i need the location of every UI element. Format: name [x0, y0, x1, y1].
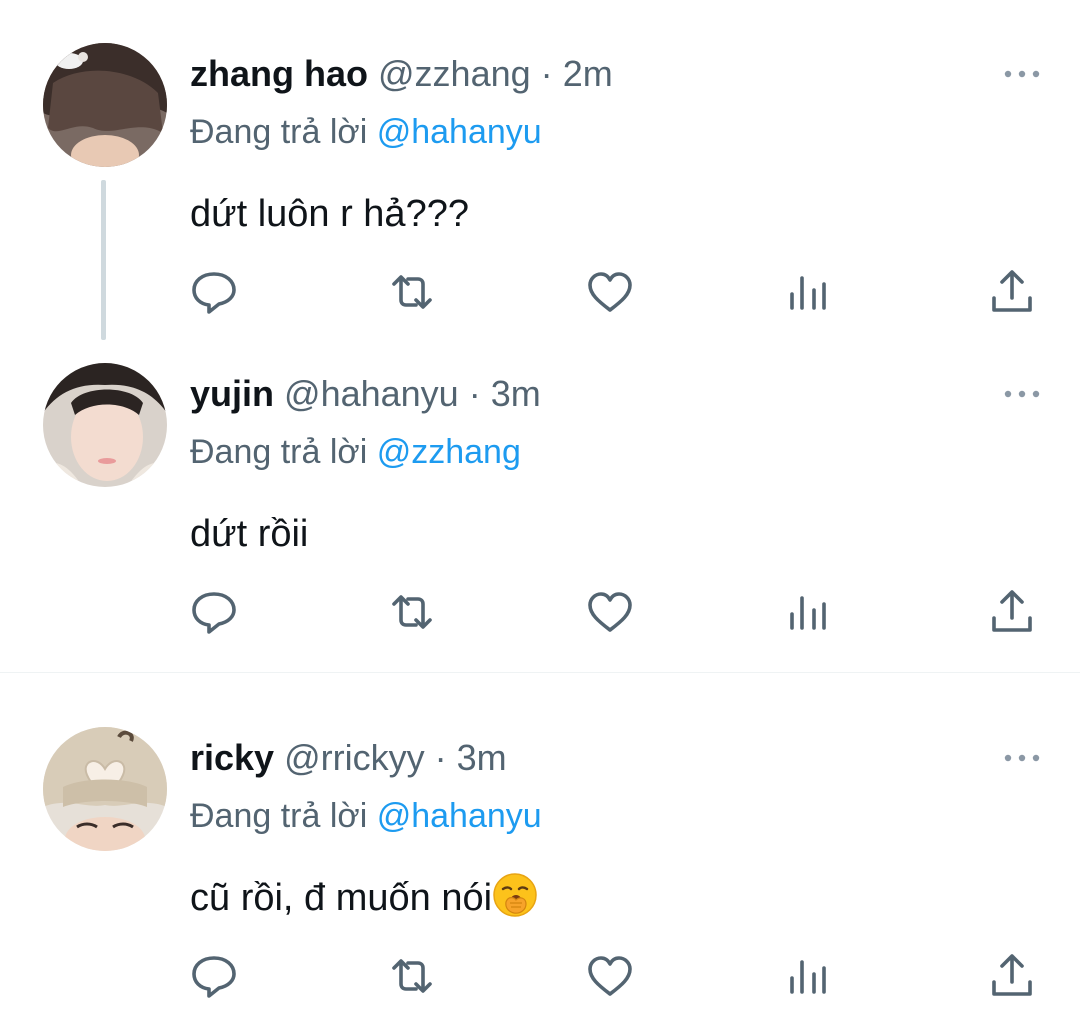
separator: ·	[468, 373, 481, 414]
tweet-header: ricky @rrickyy · 3m	[190, 734, 507, 782]
reply-icon[interactable]	[188, 586, 240, 638]
avatar[interactable]	[43, 727, 167, 851]
tweet-text: dứt luôn r hả???	[190, 193, 469, 235]
reply-tweet[interactable]: zhang hao @zzhang · 2m Đang trả lời @hah…	[0, 0, 1080, 340]
like-icon[interactable]	[584, 586, 636, 638]
replying-to-label: Đang trả lời	[190, 113, 368, 151]
username[interactable]: @zzhang	[378, 53, 531, 94]
tweet-header: yujin @hahanyu · 3m	[190, 370, 541, 418]
share-icon[interactable]	[986, 266, 1038, 318]
reply-tweet[interactable]: yujin @hahanyu · 3m Đang trả lời @zzhang…	[0, 320, 1080, 672]
avatar[interactable]	[43, 43, 167, 167]
display-name[interactable]: ricky	[190, 737, 274, 778]
share-icon[interactable]	[986, 950, 1038, 1002]
replying-to: Đang trả lời @zzhang	[190, 428, 521, 476]
tweet-header: zhang hao @zzhang · 2m	[190, 50, 613, 98]
replying-to-label: Đang trả lời	[190, 433, 368, 471]
divider	[0, 672, 1080, 673]
reply-icon[interactable]	[188, 266, 240, 318]
display-name[interactable]: zhang hao	[190, 53, 368, 94]
like-icon[interactable]	[584, 266, 636, 318]
replying-to: Đang trả lời @hahanyu	[190, 792, 542, 840]
action-bar	[0, 266, 1080, 318]
replying-to-label: Đang trả lời	[190, 797, 368, 835]
more-icon[interactable]	[1000, 380, 1044, 408]
action-bar	[0, 586, 1080, 638]
mention-link[interactable]: @zzhang	[377, 433, 521, 471]
tweet-text: cũ rồi, đ muốn nói	[190, 872, 538, 924]
mention-link[interactable]: @hahanyu	[377, 113, 542, 151]
retweet-icon[interactable]	[386, 266, 438, 318]
more-icon[interactable]	[1000, 744, 1044, 772]
views-icon[interactable]	[782, 266, 834, 318]
replying-to: Đang trả lời @hahanyu	[190, 108, 542, 156]
like-icon[interactable]	[584, 950, 636, 1002]
reply-tweet[interactable]: ricky @rrickyy · 3m Đang trả lời @hahany…	[0, 684, 1080, 1027]
timestamp[interactable]: 3m	[457, 737, 507, 778]
reply-icon[interactable]	[188, 950, 240, 1002]
mention-link[interactable]: @hahanyu	[377, 797, 542, 835]
timestamp[interactable]: 2m	[563, 53, 613, 94]
tweet-text: dứt rồii	[190, 513, 309, 555]
retweet-icon[interactable]	[386, 586, 438, 638]
separator: ·	[540, 53, 553, 94]
display-name[interactable]: yujin	[190, 373, 274, 414]
yawning-face-emoji	[492, 872, 538, 918]
timestamp[interactable]: 3m	[491, 373, 541, 414]
views-icon[interactable]	[782, 586, 834, 638]
views-icon[interactable]	[782, 950, 834, 1002]
separator: ·	[434, 737, 447, 778]
retweet-icon[interactable]	[386, 950, 438, 1002]
username[interactable]: @rrickyy	[284, 737, 425, 778]
more-icon[interactable]	[1000, 60, 1044, 88]
tweet-text-content: cũ rồi, đ muốn nói	[190, 877, 493, 919]
action-bar	[0, 950, 1080, 1002]
username[interactable]: @hahanyu	[284, 373, 459, 414]
avatar[interactable]	[43, 363, 167, 487]
share-icon[interactable]	[986, 586, 1038, 638]
